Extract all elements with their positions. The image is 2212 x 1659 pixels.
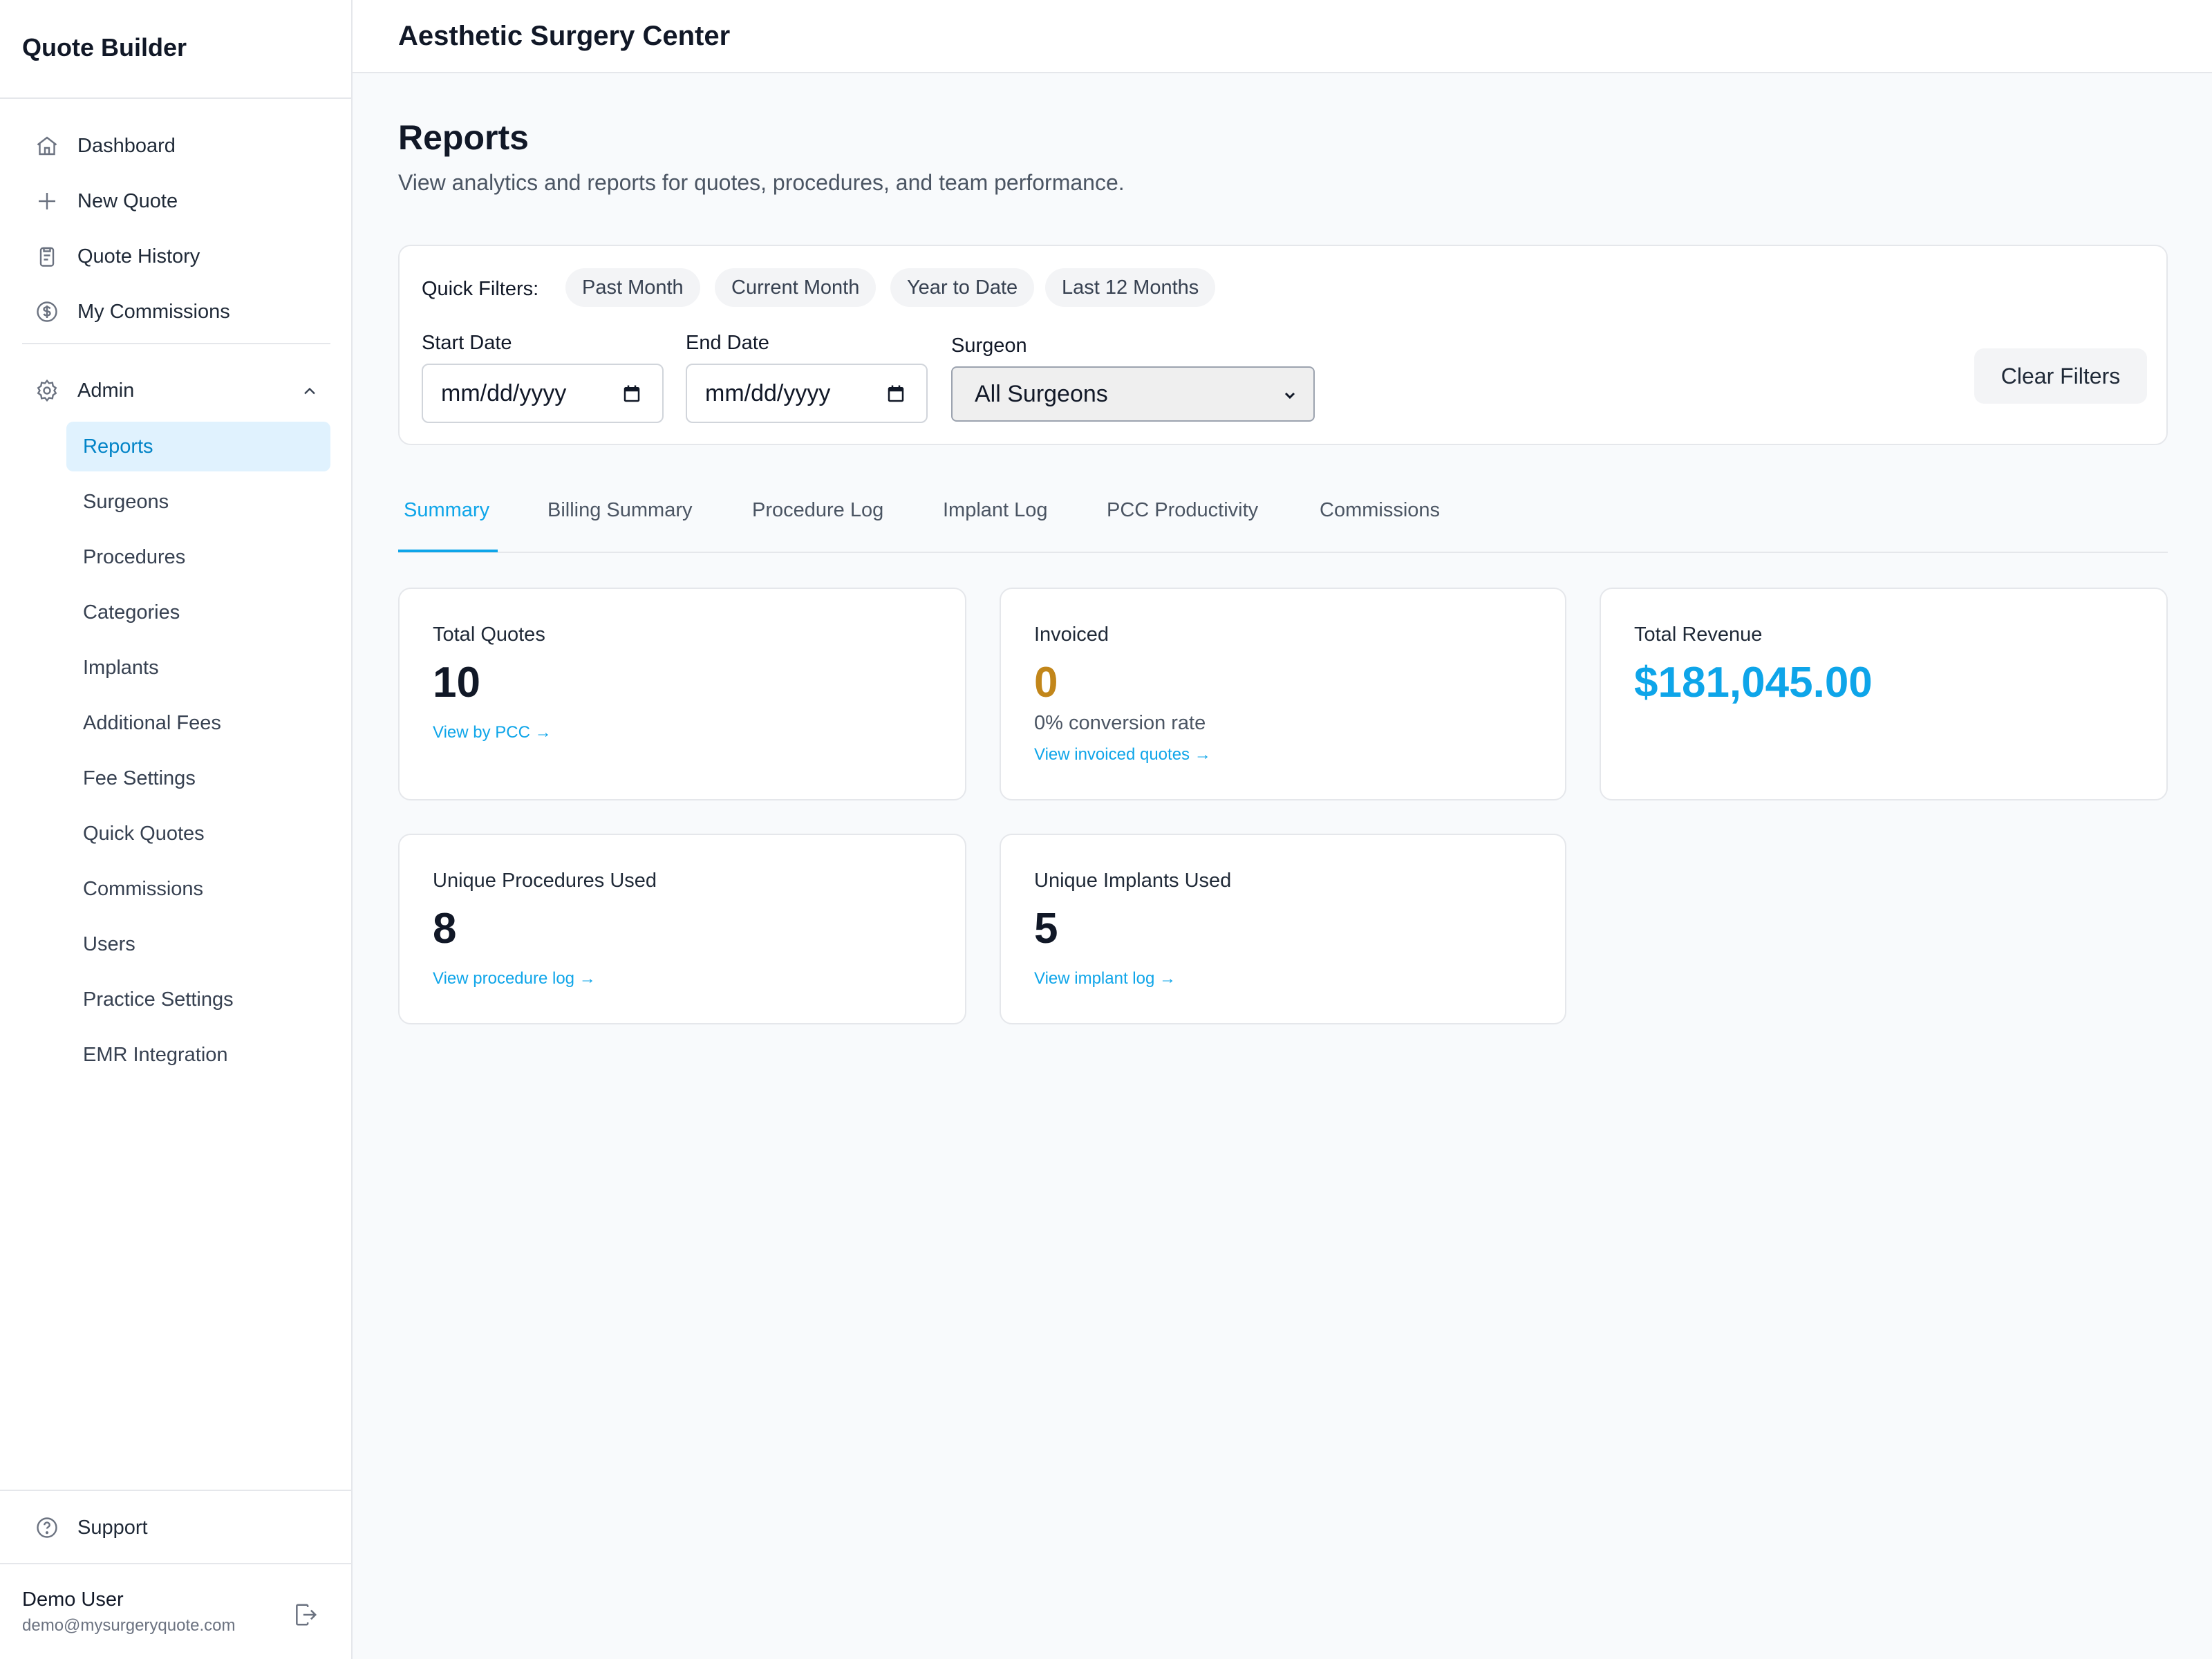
quick-filters-label: Quick Filters: bbox=[422, 278, 539, 300]
tab-procedure-log[interactable]: Procedure Log bbox=[752, 499, 883, 522]
nav-item-new-quote[interactable]: New Quote bbox=[33, 177, 178, 225]
quick-filter-year-to-date[interactable]: Year to Date bbox=[890, 268, 1035, 307]
tabs-divider bbox=[398, 552, 2168, 553]
sidebar-item-implants[interactable]: Implants bbox=[66, 643, 330, 693]
surgeon-select-value: All Surgeons bbox=[975, 380, 1108, 407]
stat-value: 10 bbox=[433, 659, 480, 706]
chevron-up-icon[interactable] bbox=[296, 377, 324, 405]
stat-value: 5 bbox=[1034, 905, 1058, 953]
stat-card-unique-procedures: Unique Procedures Used 8 View procedure … bbox=[398, 834, 966, 1024]
quick-filter-past-month[interactable]: Past Month bbox=[565, 268, 700, 307]
active-tab-indicator bbox=[398, 550, 498, 552]
end-date-input[interactable]: mm/dd/yyyy bbox=[686, 364, 928, 423]
divider bbox=[22, 343, 330, 344]
nav-item-label: Admin bbox=[77, 379, 135, 402]
start-date-input[interactable]: mm/dd/yyyy bbox=[422, 364, 664, 423]
sidebar-item-practice-settings[interactable]: Practice Settings bbox=[66, 975, 330, 1024]
divider bbox=[0, 1563, 351, 1564]
sidebar-item-surgeons[interactable]: Surgeons bbox=[66, 477, 330, 527]
surgeon-label: Surgeon bbox=[951, 335, 1027, 357]
nav-item-admin[interactable]: Admin bbox=[33, 366, 324, 415]
nav-item-label: New Quote bbox=[77, 189, 178, 212]
tab-commissions[interactable]: Commissions bbox=[1320, 499, 1440, 522]
view-by-pcc-link[interactable]: View by PCC → bbox=[433, 723, 552, 742]
nav-item-my-commissions[interactable]: My Commissions bbox=[33, 288, 230, 336]
end-date-placeholder: mm/dd/yyyy bbox=[705, 379, 831, 406]
clear-filters-button[interactable]: Clear Filters bbox=[1974, 348, 2147, 404]
stat-title: Unique Procedures Used bbox=[433, 870, 657, 892]
sidebar-item-additional-fees[interactable]: Additional Fees bbox=[66, 698, 330, 748]
app-brand: Quote Builder bbox=[22, 33, 187, 62]
view-implant-log-link[interactable]: View implant log → bbox=[1034, 969, 1176, 988]
tab-summary[interactable]: Summary bbox=[404, 499, 489, 522]
help-circle-icon bbox=[33, 1514, 61, 1541]
tab-billing-summary[interactable]: Billing Summary bbox=[547, 499, 693, 522]
logout-icon[interactable] bbox=[289, 1598, 322, 1631]
sidebar-item-quick-quotes[interactable]: Quick Quotes bbox=[66, 809, 330, 859]
stat-title: Invoiced bbox=[1034, 624, 1109, 646]
start-date-placeholder: mm/dd/yyyy bbox=[441, 379, 567, 406]
nav-item-support[interactable]: Support bbox=[33, 1503, 148, 1552]
filter-card: Quick Filters: Past Month Current Month … bbox=[398, 245, 2168, 445]
stat-value: 8 bbox=[433, 905, 457, 953]
divider bbox=[0, 97, 351, 99]
stat-value: 0 bbox=[1034, 659, 1058, 706]
nav-item-label: Support bbox=[77, 1516, 148, 1539]
sidebar-item-fee-settings[interactable]: Fee Settings bbox=[66, 753, 330, 803]
page-subtitle: View analytics and reports for quotes, p… bbox=[398, 170, 1125, 195]
nav-item-label: Quote History bbox=[77, 245, 200, 268]
user-name: Demo User bbox=[22, 1588, 124, 1611]
stat-title: Total Quotes bbox=[433, 624, 545, 646]
home-icon bbox=[33, 132, 61, 160]
clipboard-icon bbox=[33, 243, 61, 270]
stat-card-invoiced: Invoiced 0 0% conversion rate View invoi… bbox=[1000, 588, 1566, 800]
start-date-label: Start Date bbox=[422, 332, 512, 354]
view-invoiced-quotes-link[interactable]: View invoiced quotes → bbox=[1034, 745, 1211, 765]
tab-pcc-productivity[interactable]: PCC Productivity bbox=[1107, 499, 1258, 522]
quick-filter-last-12-months[interactable]: Last 12 Months bbox=[1045, 268, 1216, 307]
sidebar: Quote Builder Dashboard New Quote Quote … bbox=[0, 0, 353, 1659]
surgeon-select[interactable]: All Surgeons bbox=[951, 366, 1315, 422]
calendar-icon[interactable] bbox=[883, 382, 908, 406]
nav-item-dashboard[interactable]: Dashboard bbox=[33, 122, 176, 170]
chevron-down-icon bbox=[1279, 384, 1301, 406]
tab-implant-log[interactable]: Implant Log bbox=[943, 499, 1048, 522]
calendar-icon[interactable] bbox=[619, 382, 644, 406]
page-title: Reports bbox=[398, 118, 529, 157]
nav-item-label: Dashboard bbox=[77, 134, 176, 157]
top-bar: Aesthetic Surgery Center bbox=[353, 0, 2212, 73]
view-procedure-log-link[interactable]: View procedure log → bbox=[433, 969, 596, 988]
stat-value: $181,045.00 bbox=[1634, 659, 1873, 706]
sidebar-item-categories[interactable]: Categories bbox=[66, 588, 330, 637]
nav-item-label: My Commissions bbox=[77, 300, 230, 323]
stat-title: Total Revenue bbox=[1634, 624, 1763, 646]
divider bbox=[0, 1490, 351, 1491]
sidebar-item-procedures[interactable]: Procedures bbox=[66, 532, 330, 582]
sidebar-item-users[interactable]: Users bbox=[66, 919, 330, 969]
stat-title: Unique Implants Used bbox=[1034, 870, 1232, 892]
conversion-rate: 0% conversion rate bbox=[1034, 712, 1206, 734]
stat-card-total-quotes: Total Quotes 10 View by PCC → bbox=[398, 588, 966, 800]
plus-icon bbox=[33, 187, 61, 215]
dollar-circle-icon bbox=[33, 298, 61, 326]
user-email: demo@mysurgeryquote.com bbox=[22, 1616, 236, 1635]
quick-filter-current-month[interactable]: Current Month bbox=[715, 268, 877, 307]
stat-card-total-revenue: Total Revenue $181,045.00 bbox=[1600, 588, 2168, 800]
gear-icon bbox=[33, 377, 61, 404]
sidebar-item-reports[interactable]: Reports bbox=[66, 422, 330, 471]
stat-card-unique-implants: Unique Implants Used 5 View implant log … bbox=[1000, 834, 1566, 1024]
sidebar-item-commissions[interactable]: Commissions bbox=[66, 864, 330, 914]
sidebar-item-emr-integration[interactable]: EMR Integration bbox=[66, 1030, 330, 1080]
end-date-label: End Date bbox=[686, 332, 769, 354]
practice-name: Aesthetic Surgery Center bbox=[398, 21, 731, 51]
nav-item-quote-history[interactable]: Quote History bbox=[33, 232, 200, 281]
